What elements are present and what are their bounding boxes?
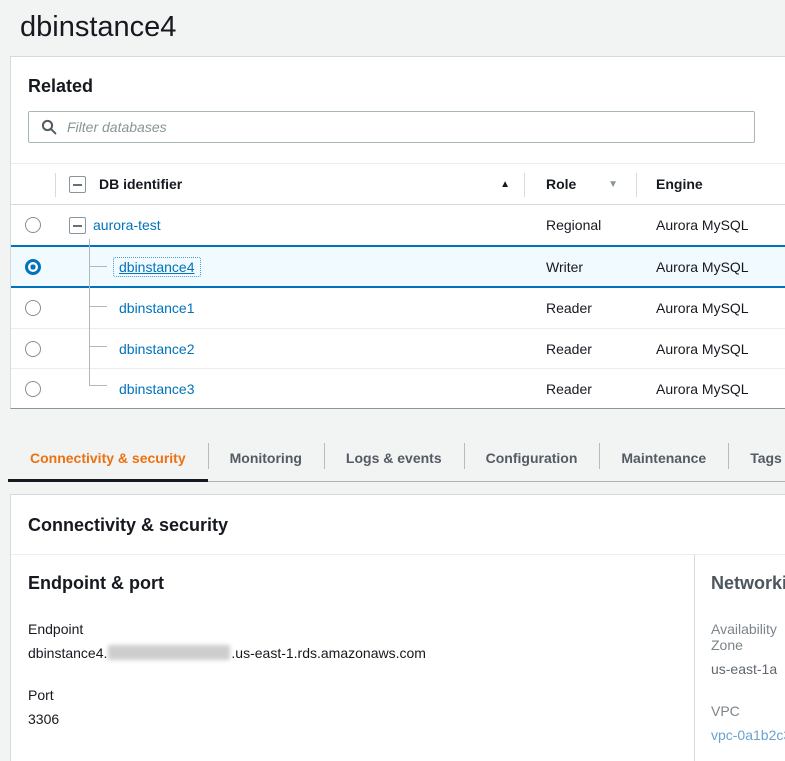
role-cell: Reader <box>524 381 636 397</box>
networking-section: Networking Availability Zone us-east-1a … <box>694 555 785 761</box>
endpoint-label: Endpoint <box>28 621 694 637</box>
connectivity-security-panel: Connectivity & security Endpoint & port … <box>10 494 785 761</box>
role-cell: Reader <box>524 300 636 316</box>
db-link-aurora-test[interactable]: aurora-test <box>93 217 161 233</box>
endpoint-port-section: Endpoint & port Endpoint dbinstance4..us… <box>11 555 694 761</box>
tab-connectivity-security[interactable]: Connectivity & security <box>8 435 208 481</box>
role-cell: Writer <box>524 259 636 275</box>
tab-configuration[interactable]: Configuration <box>464 435 600 481</box>
table-row-dbinstance2[interactable]: dbinstance2 Reader Aurora MySQL <box>11 328 785 368</box>
db-link-dbinstance2[interactable]: dbinstance2 <box>119 341 195 357</box>
detail-tabs: Connectivity & security Monitoring Logs … <box>8 435 785 482</box>
filter-databases-input[interactable] <box>28 111 755 143</box>
vpc-label: VPC <box>711 703 785 719</box>
engine-cell: Aurora MySQL <box>636 217 785 233</box>
networking-title: Networking <box>711 571 785 595</box>
radio-unselected[interactable] <box>25 300 41 316</box>
vpc-link[interactable]: vpc-0a1b2c3d <box>711 727 785 743</box>
collapse-cluster-icon[interactable] <box>69 217 86 234</box>
engine-cell: Aurora MySQL <box>636 381 785 397</box>
table-row-dbinstance1[interactable]: dbinstance1 Reader Aurora MySQL <box>11 288 785 328</box>
db-link-dbinstance4[interactable]: dbinstance4 <box>113 257 201 277</box>
related-panel: Related DB identifier ▲ Role ▼ Engine ▼ <box>10 56 785 409</box>
port-value: 3306 <box>28 711 694 727</box>
tab-monitoring[interactable]: Monitoring <box>208 435 324 481</box>
redacted-endpoint-segment <box>108 645 230 660</box>
radio-selected[interactable] <box>25 259 41 275</box>
engine-cell: Aurora MySQL <box>636 300 785 316</box>
related-table: DB identifier ▲ Role ▼ Engine ▼ auro <box>11 163 785 408</box>
search-icon <box>41 119 57 135</box>
role-cell: Reader <box>524 341 636 357</box>
engine-cell: Aurora MySQL <box>636 341 785 357</box>
role-filter-icon[interactable]: ▼ <box>608 179 618 190</box>
engine-cell: Aurora MySQL <box>636 259 785 275</box>
details-panel-title: Connectivity & security <box>28 515 785 536</box>
sort-ascending-icon[interactable]: ▲ <box>500 179 524 190</box>
radio-unselected[interactable] <box>25 381 41 397</box>
tab-tags[interactable]: Tags <box>728 435 785 481</box>
db-link-dbinstance3[interactable]: dbinstance3 <box>119 381 195 397</box>
header-cell-engine[interactable]: Engine ▼ <box>636 164 785 204</box>
endpoint-port-title: Endpoint & port <box>28 571 694 595</box>
radio-unselected[interactable] <box>25 341 41 357</box>
endpoint-value: dbinstance4..us-east-1.rds.amazonaws.com <box>28 645 694 661</box>
collapse-all-icon[interactable] <box>69 176 86 193</box>
tab-logs-events[interactable]: Logs & events <box>324 435 464 481</box>
port-label: Port <box>28 687 694 703</box>
availability-zone-label: Availability Zone <box>711 621 785 653</box>
table-row-dbinstance3[interactable]: dbinstance3 Reader Aurora MySQL <box>11 368 785 408</box>
tab-maintenance[interactable]: Maintenance <box>599 435 728 481</box>
role-cell: Regional <box>524 217 636 233</box>
related-panel-title: Related <box>28 75 785 97</box>
table-row-dbinstance4[interactable]: dbinstance4 Writer Aurora MySQL <box>11 245 785 288</box>
db-link-dbinstance1[interactable]: dbinstance1 <box>119 300 195 316</box>
availability-zone-value: us-east-1a <box>711 661 785 677</box>
page-title: dbinstance4 <box>0 0 785 42</box>
table-header-row: DB identifier ▲ Role ▼ Engine ▼ <box>11 163 785 205</box>
table-row-aurora-test[interactable]: aurora-test Regional Aurora MySQL <box>11 205 785 245</box>
header-cell-select <box>11 164 55 204</box>
header-cell-db-identifier[interactable]: DB identifier ▲ <box>55 164 524 204</box>
header-cell-role[interactable]: Role ▼ <box>524 164 636 204</box>
radio-unselected[interactable] <box>25 217 41 233</box>
